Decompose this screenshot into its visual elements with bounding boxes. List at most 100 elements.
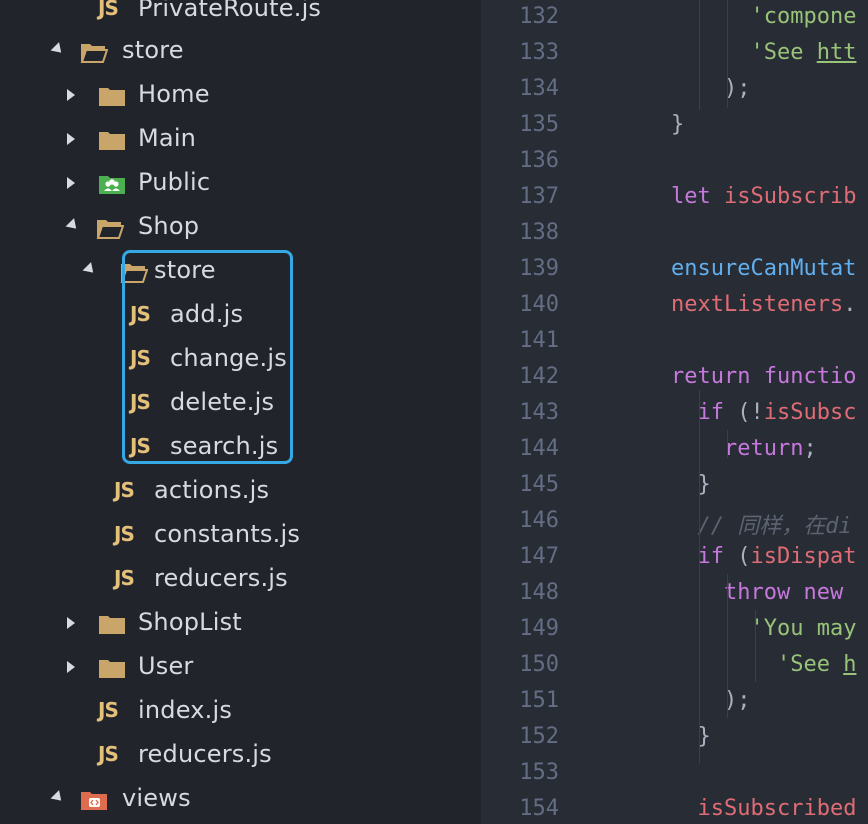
code-token: isSubscrib xyxy=(723,184,857,209)
indent-guide xyxy=(727,0,728,108)
tree-item-label: index.js xyxy=(138,696,233,724)
line-number: 145 xyxy=(519,472,559,497)
indent-guide xyxy=(727,574,728,718)
folder-open-icon xyxy=(96,217,125,239)
code-token: if xyxy=(697,544,738,569)
js-file-icon: JS xyxy=(114,522,135,546)
selection-highlight-box xyxy=(122,250,293,464)
views-folder-icon xyxy=(80,789,108,810)
js-file-icon: JS xyxy=(98,742,119,766)
tree-item-label: Public xyxy=(138,168,211,196)
folder-icon xyxy=(98,85,126,106)
tree-item-home[interactable]: Home xyxy=(0,73,481,117)
tree-item-store[interactable]: store xyxy=(0,29,481,73)
code-token: h xyxy=(843,652,857,677)
code-token: isDispat xyxy=(750,544,857,569)
tree-item-shop[interactable]: Shop xyxy=(0,205,481,249)
code-token: } xyxy=(671,112,685,137)
code-token: let xyxy=(671,184,724,209)
code-line: return; xyxy=(671,436,817,461)
line-number: 133 xyxy=(519,40,559,65)
line-number: 149 xyxy=(519,616,559,641)
tree-item-index-js[interactable]: JS index.js xyxy=(0,689,481,733)
js-file-icon: JS xyxy=(98,698,119,722)
tree-item-label: Home xyxy=(138,80,210,108)
code-line: ensureCanMutat xyxy=(671,256,856,281)
code-editor[interactable]: 132 133 134 135 136 137 138 139 140 141 142 143 144 1… xyxy=(481,0,868,824)
line-number: 138 xyxy=(519,220,559,245)
line-number: 153 xyxy=(519,760,559,785)
code-token: ( xyxy=(737,544,751,569)
code-token: if xyxy=(697,400,738,425)
tree-item-reducers-js[interactable]: JS reducers.js xyxy=(0,557,481,601)
indent-guide xyxy=(755,610,756,682)
line-number: 137 xyxy=(519,184,559,209)
code-token: 'compone xyxy=(750,4,857,29)
chevron-down-icon[interactable] xyxy=(82,262,98,277)
folder-icon xyxy=(98,613,126,634)
folder-open-icon xyxy=(80,41,109,63)
code-token: // 同样，在di xyxy=(697,514,852,539)
chevron-down-icon[interactable] xyxy=(50,790,66,805)
code-line: isSubscribed xyxy=(671,796,857,821)
code-token: ; xyxy=(803,436,817,461)
line-number: 154 xyxy=(519,796,559,821)
code-line: } xyxy=(671,472,711,497)
tree-item-user[interactable]: User xyxy=(0,645,481,689)
tree-item-views[interactable]: views xyxy=(0,777,481,821)
tree-item-constants-js[interactable]: JS constants.js xyxy=(0,513,481,557)
folder-icon xyxy=(98,657,126,678)
tree-item-label: reducers.js xyxy=(154,564,288,592)
tree-item-privateroute-js[interactable]: JS PrivateRoute.js xyxy=(0,0,481,31)
code-line: } xyxy=(671,724,711,749)
chevron-right-icon[interactable] xyxy=(67,661,75,673)
chevron-right-icon[interactable] xyxy=(67,133,75,145)
code-line: let isSubscrib xyxy=(671,184,856,209)
chevron-right-icon[interactable] xyxy=(67,177,75,189)
line-number: 148 xyxy=(519,580,559,605)
line-number: 136 xyxy=(519,148,559,173)
chevron-down-icon[interactable] xyxy=(50,42,66,57)
line-number: 141 xyxy=(519,328,559,353)
code-token: return xyxy=(671,364,764,389)
line-number: 139 xyxy=(519,256,559,281)
tree-item-public[interactable]: Public xyxy=(0,161,481,205)
code-token: isSubsc xyxy=(763,400,857,425)
tree-item-label: constants.js xyxy=(154,520,301,548)
js-file-icon: JS xyxy=(114,478,135,502)
code-token: 'See xyxy=(750,40,817,65)
line-number: 132 xyxy=(519,4,559,29)
chevron-right-icon[interactable] xyxy=(67,89,75,101)
line-number: 151 xyxy=(519,688,559,713)
line-number: 147 xyxy=(519,544,559,569)
code-token: htt xyxy=(816,40,857,65)
js-file-icon: JS xyxy=(98,0,119,20)
line-number: 150 xyxy=(519,652,559,677)
chevron-right-icon[interactable] xyxy=(67,617,75,629)
line-number: 152 xyxy=(519,724,559,749)
tree-item-main[interactable]: Main xyxy=(0,117,481,161)
line-number: 144 xyxy=(519,436,559,461)
code-token: throw xyxy=(723,580,804,605)
line-number-gutter: 132 133 134 135 136 137 138 139 140 141 142 143 144 1… xyxy=(481,0,581,824)
code-token: (! xyxy=(737,400,764,425)
code-token: . xyxy=(843,292,857,317)
code-token: 'See xyxy=(776,652,844,677)
tree-item-label: Shop xyxy=(138,212,200,240)
tree-item-shoplist[interactable]: ShopList xyxy=(0,601,481,645)
line-number: 146 xyxy=(519,508,559,533)
tree-item-reducers-js[interactable]: JS reducers.js xyxy=(0,733,481,777)
code-line: ); xyxy=(671,688,751,713)
tree-item-label: reducers.js xyxy=(138,740,272,768)
tree-item-actions-js[interactable]: JS actions.js xyxy=(0,469,481,513)
tree-item-label: actions.js xyxy=(154,476,270,504)
folder-icon xyxy=(98,129,126,150)
code-line: } xyxy=(671,112,684,137)
tree-item-label: store xyxy=(122,36,184,64)
code-token: ensureCanMutat xyxy=(671,256,857,281)
code-line: ); xyxy=(671,76,751,101)
indent-guide xyxy=(699,390,700,764)
code-token: return xyxy=(723,436,804,461)
chevron-down-icon[interactable] xyxy=(65,218,81,233)
indent-guide xyxy=(699,0,700,110)
